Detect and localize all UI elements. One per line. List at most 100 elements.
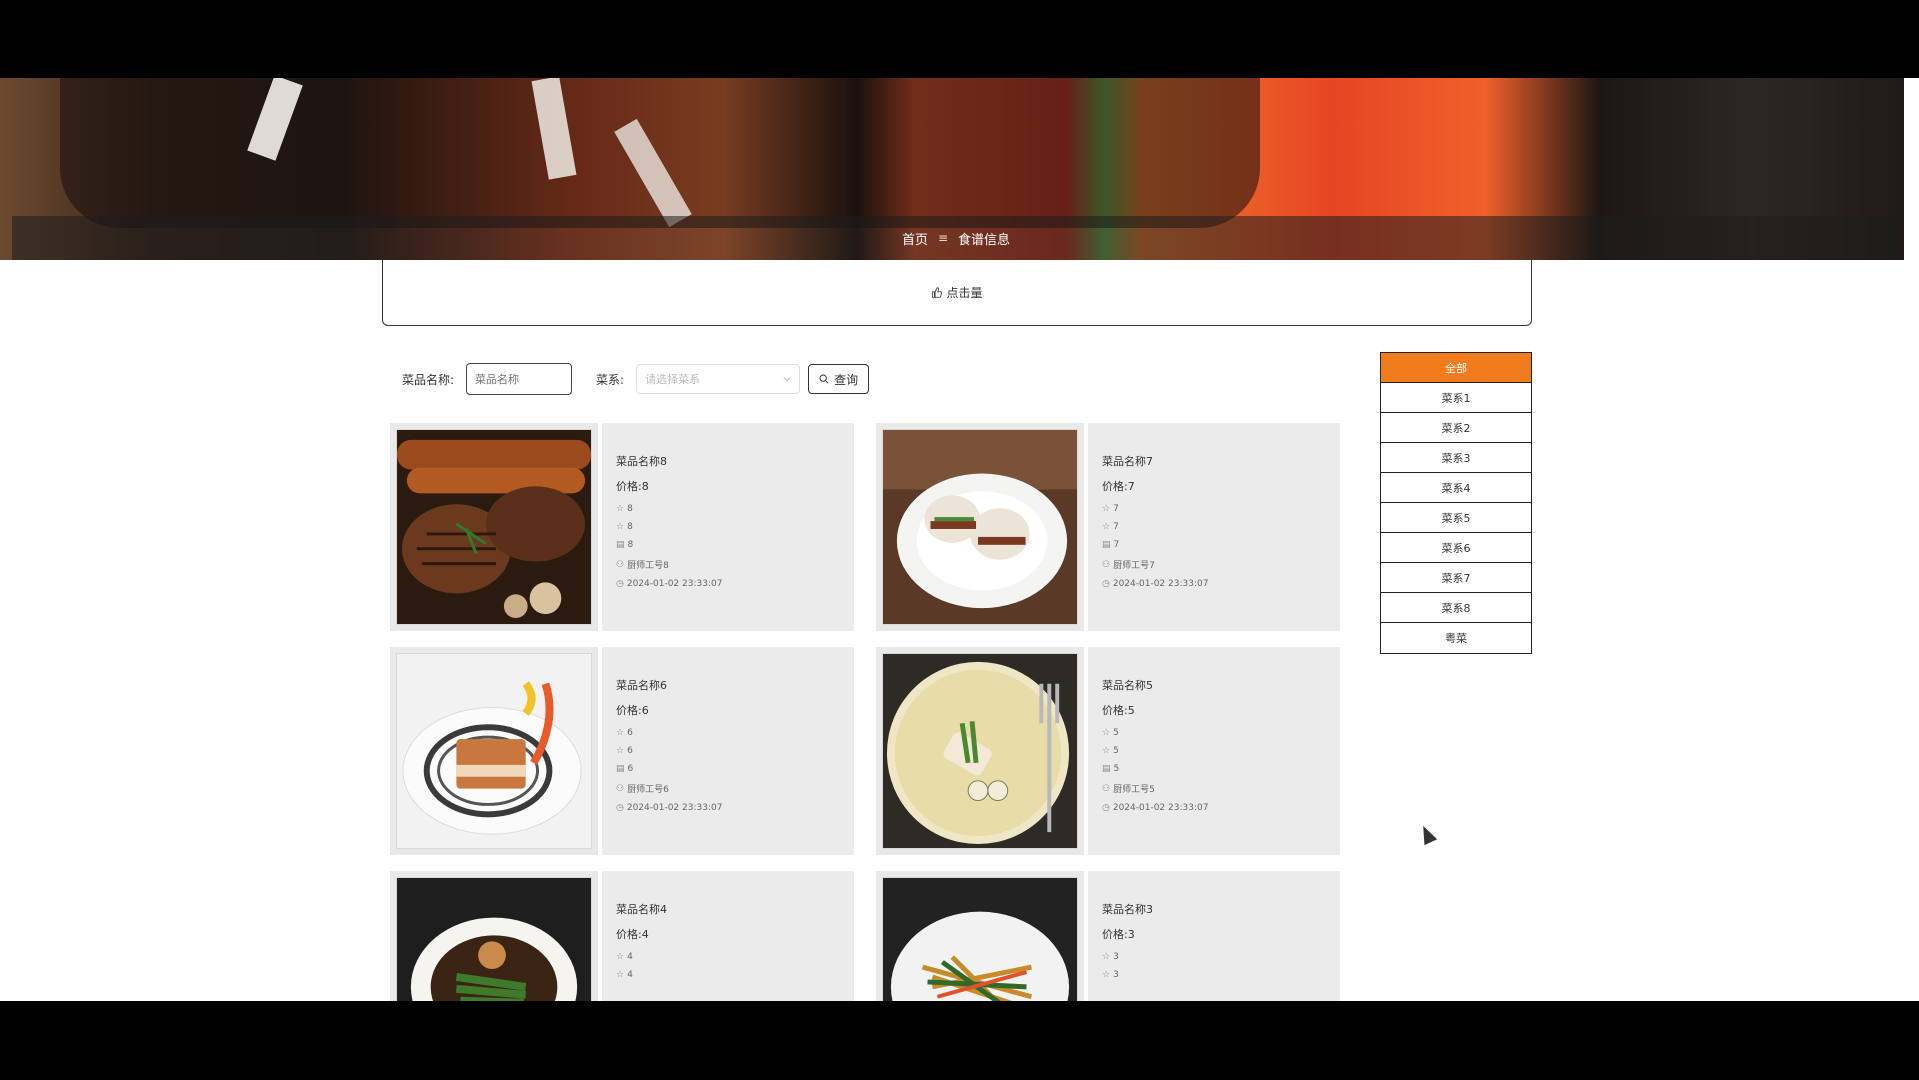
comment-icon: ▤ [616, 764, 625, 774]
breadcrumb: 首页 ≡ 食谱信息 [12, 216, 1900, 260]
dish-meta-chef: ⚇ 厨师工号7 [1102, 558, 1340, 572]
dish-price: 价格:4 [616, 928, 649, 941]
dish-card[interactable]: 菜品名称5 价格:5 ☆ 5 ☆ 5 ▤ 5 ⚇ 厨师工号5 ◷ 2024-01-02 2… [876, 647, 1340, 855]
dish-photo-pork [397, 654, 591, 848]
dish-name[interactable]: 菜品名称6 [616, 677, 854, 693]
dish-name[interactable]: 菜品名称3 [1102, 901, 1340, 917]
dish-card[interactable]: 菜品名称3 价格:3 ☆ 3 ☆ 3 [876, 871, 1340, 1001]
like-count: 5 [1113, 728, 1119, 738]
dish-meta-like: ☆ 4 [616, 952, 854, 962]
dish-image[interactable] [882, 429, 1078, 625]
category-item-all[interactable]: 全部 [1381, 353, 1531, 383]
clock-icon: ◷ [616, 803, 624, 813]
dish-card[interactable]: 菜品名称7 价格:7 ☆ 7 ☆ 7 ▤ 7 ⚇ 厨师工号7 ◷ 2024-01-02 2… [876, 423, 1340, 631]
dish-card[interactable]: 菜品名称4 价格:4 ☆ 4 ☆ 4 [390, 871, 854, 1001]
dish-price: 价格:8 [616, 480, 649, 493]
dish-name[interactable]: 菜品名称7 [1102, 453, 1340, 469]
dish-meta-favorite: ☆ 6 [616, 746, 854, 756]
dish-image[interactable] [396, 653, 592, 849]
dish-meta-like: ☆ 3 [1102, 952, 1340, 962]
thumbs-up-icon: ☆ [616, 504, 625, 514]
dish-image[interactable] [882, 877, 1078, 1001]
dish-meta-chef: ⚇ 厨师工号5 [1102, 782, 1340, 796]
breadcrumb-home[interactable]: 首页 [902, 229, 928, 248]
dish-name-input[interactable] [466, 363, 573, 395]
user-icon: ⚇ [616, 559, 625, 570]
category-item[interactable]: 菜系7 [1381, 563, 1531, 593]
star-icon: ☆ [1102, 746, 1111, 756]
clock-icon: ◷ [1102, 803, 1110, 813]
dish-image[interactable] [882, 653, 1078, 849]
category-item[interactable]: 菜系1 [1381, 383, 1531, 413]
dish-meta-favorite: ☆ 3 [1102, 970, 1340, 980]
dish-card[interactable]: 菜品名称8 价格:8 ☆ 8 ☆ 8 ▤ 8 ⚇ 厨师工号8 ◷ 2024-01-02 2… [390, 423, 854, 631]
search-bar: 菜品名称: 菜系: 请选择菜系 查询 [402, 363, 870, 395]
like-count: 3 [1113, 952, 1119, 962]
header-banner: 首页 ≡ 食谱信息 [0, 78, 1904, 260]
user-icon: ⚇ [1102, 783, 1111, 794]
publish-time: 2024-01-02 23:33:07 [1112, 579, 1209, 589]
star-icon: ☆ [1102, 970, 1111, 980]
search-button[interactable]: 查询 [808, 364, 870, 394]
dish-info: 菜品名称6 价格:6 ☆ 6 ☆ 6 ▤ 6 ⚇ 厨师工号6 ◷ 2024-01-02 2… [598, 647, 854, 855]
dish-image[interactable] [396, 429, 592, 625]
dish-meta-like: ☆ 7 [1102, 504, 1340, 514]
category-placeholder: 请选择菜系 [645, 373, 701, 386]
category-item[interactable]: 菜系5 [1381, 503, 1531, 533]
dish-meta-comment: ▤ 6 [616, 764, 854, 774]
like-count: 4 [627, 952, 633, 962]
dish-meta-like: ☆ 5 [1102, 728, 1340, 738]
favorite-count: 5 [1113, 746, 1119, 756]
category-select[interactable]: 请选择菜系 [636, 364, 801, 394]
dish-photo-okra [397, 878, 591, 1001]
dish-meta-time: ◷ 2024-01-02 23:33:07 [1102, 803, 1340, 813]
dish-meta-chef: ⚇ 厨师工号8 [616, 558, 854, 572]
thumbs-up-icon: ☆ [1102, 952, 1111, 962]
publish-time: 2024-01-02 23:33:07 [626, 579, 723, 589]
dish-meta-comment: ▤ 7 [1102, 540, 1340, 550]
dish-price: 价格:7 [1102, 480, 1135, 493]
dish-image[interactable] [396, 877, 592, 1001]
category-item[interactable]: 菜系2 [1381, 413, 1531, 443]
comment-icon: ▤ [616, 540, 625, 550]
category-label: 菜系: [596, 372, 625, 387]
chef-id: 厨师工号5 [1113, 785, 1155, 795]
category-item[interactable]: 菜系3 [1381, 443, 1531, 473]
dish-card[interactable]: 菜品名称6 价格:6 ☆ 6 ☆ 6 ▤ 6 ⚇ 厨师工号6 ◷ 2024-01-02 2… [390, 647, 854, 855]
category-item[interactable]: 菜系6 [1381, 533, 1531, 563]
chevron-down-icon [783, 377, 791, 382]
dish-info: 菜品名称7 价格:7 ☆ 7 ☆ 7 ▤ 7 ⚇ 厨师工号7 ◷ 2024-01-02 2… [1084, 423, 1340, 631]
dish-meta-time: ◷ 2024-01-02 23:33:07 [1102, 579, 1340, 589]
like-count: 6 [627, 728, 633, 738]
dish-info: 菜品名称5 价格:5 ☆ 5 ☆ 5 ▤ 5 ⚇ 厨师工号5 ◷ 2024-01-02 2… [1084, 647, 1340, 855]
favorite-count: 4 [627, 970, 633, 980]
favorite-count: 6 [627, 746, 633, 756]
search-icon [819, 374, 829, 384]
dish-price: 价格:3 [1102, 928, 1135, 941]
thumbs-up-icon: ☆ [616, 728, 625, 738]
comment-count: 7 [1113, 540, 1120, 550]
dish-info: 菜品名称4 价格:4 ☆ 4 ☆ 4 [598, 871, 854, 1001]
dish-name-label: 菜品名称: [402, 372, 455, 387]
comment-count: 6 [627, 764, 634, 774]
dish-meta-like: ☆ 6 [616, 728, 854, 738]
dish-info: 菜品名称8 价格:8 ☆ 8 ☆ 8 ▤ 8 ⚇ 厨师工号8 ◷ 2024-01-02 2… [598, 423, 854, 631]
user-icon: ⚇ [616, 783, 625, 794]
category-item[interactable]: 菜系8 [1381, 593, 1531, 623]
clock-icon: ◷ [1102, 579, 1110, 589]
breadcrumb-current: 食谱信息 [958, 232, 1011, 248]
dish-name[interactable]: 菜品名称5 [1102, 677, 1340, 693]
dish-photo-grill [397, 430, 591, 624]
star-icon: ☆ [616, 522, 625, 532]
mouse-cursor-icon [1416, 822, 1438, 846]
dish-name[interactable]: 菜品名称8 [616, 453, 854, 469]
dish-info: 菜品名称3 价格:3 ☆ 3 ☆ 3 [1084, 871, 1340, 1001]
dish-meta-favorite: ☆ 7 [1102, 522, 1340, 532]
category-item[interactable]: 粤菜 [1381, 623, 1531, 653]
dish-meta-favorite: ☆ 8 [616, 522, 854, 532]
dish-name[interactable]: 菜品名称4 [616, 901, 854, 917]
comment-count: 5 [1113, 764, 1120, 774]
category-item[interactable]: 菜系4 [1381, 473, 1531, 503]
favorite-count: 7 [1113, 522, 1119, 532]
click-count-label: 点击量 [946, 286, 983, 300]
